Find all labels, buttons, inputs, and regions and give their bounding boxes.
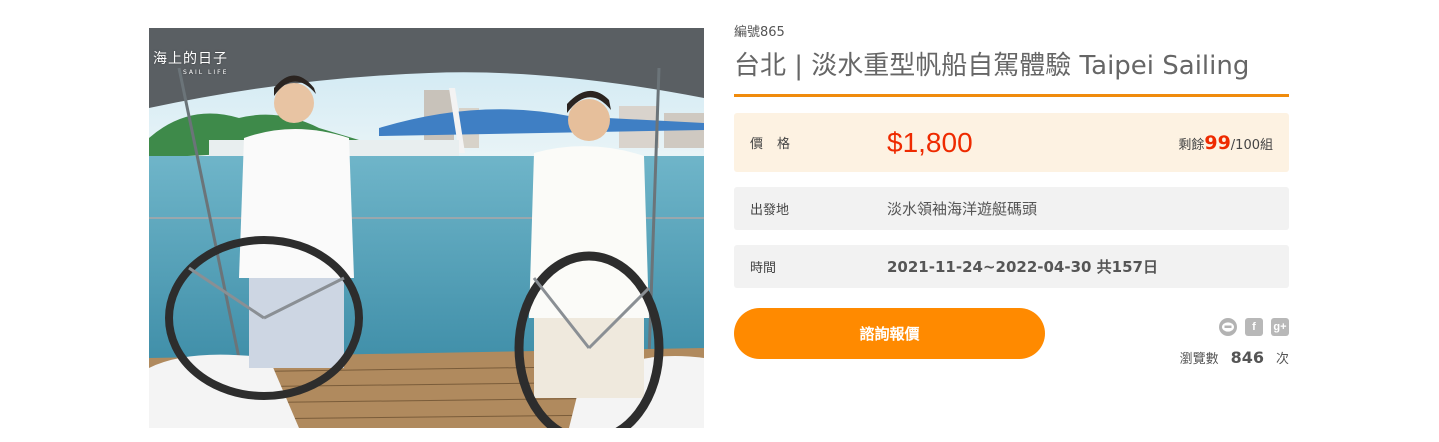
price-label: 價格 [750, 137, 805, 152]
stock-remaining: 剩餘99/100組 [1178, 132, 1273, 154]
views-suffix: 次 [1275, 352, 1289, 367]
product-info-panel: 編號865 台北 | 淡水重型帆船自駕體驗 Taipei Sailing 價格 … [734, 24, 1289, 367]
photo-watermark: 海上的日子 SAIL LIFE [153, 48, 228, 76]
origin-row: 出發地 淡水領袖海洋遊艇碼頭 [734, 187, 1289, 230]
product-photo: 海上的日子 SAIL LIFE [149, 28, 704, 428]
google-plus-icon[interactable]: g+ [1271, 318, 1289, 336]
price-row: 價格 $1,800 剩餘99/100組 [734, 113, 1289, 172]
product-title: 台北 | 淡水重型帆船自駕體驗 Taipei Sailing [734, 51, 1250, 81]
time-row: 時間 2021-11-24~2022-04-30 共157日 [734, 245, 1289, 288]
sailing-photo-illustration [149, 28, 704, 428]
origin-value: 淡水領袖海洋遊艇碼頭 [887, 200, 1038, 218]
inquire-quote-button[interactable]: 諮詢報價 [734, 308, 1045, 359]
price-value: $1,800 [887, 126, 973, 158]
view-counter: 瀏覽數 846 次 [1180, 348, 1289, 367]
watermark-subtitle: SAIL LIFE [183, 69, 229, 76]
time-label: 時間 [750, 261, 777, 276]
facebook-icon[interactable]: f [1245, 318, 1263, 336]
watermark-title: 海上的日子 [153, 51, 228, 67]
views-count: 846 [1230, 348, 1264, 367]
origin-label: 出發地 [750, 203, 790, 218]
share-icons: f g+ [1219, 318, 1289, 336]
line-icon[interactable] [1219, 318, 1237, 336]
views-prefix: 瀏覽數 [1179, 352, 1219, 367]
title-divider [734, 94, 1289, 97]
product-code: 編號865 [734, 25, 785, 40]
stock-count: 99 [1204, 131, 1231, 154]
stock-suffix: /100組 [1230, 137, 1273, 153]
stock-prefix: 剩餘 [1178, 137, 1205, 153]
time-value: 2021-11-24~2022-04-30 共157日 [887, 258, 1158, 276]
